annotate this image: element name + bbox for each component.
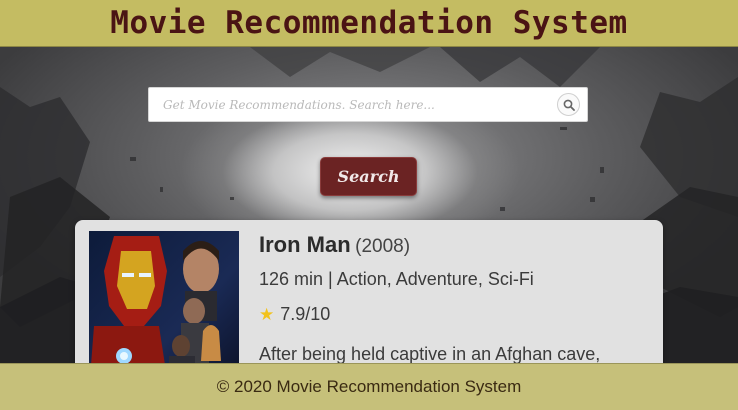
star-icon: ★ <box>259 304 275 324</box>
movie-title-line: Iron Man (2008) <box>259 232 410 258</box>
search-button-label: Search <box>337 167 400 186</box>
movie-year: (2008) <box>355 236 411 257</box>
app-title: Movie Recommendation System <box>110 5 628 41</box>
footer: © 2020 Movie Recommendation System <box>0 363 738 410</box>
search-input[interactable] <box>149 88 549 121</box>
app-header: Movie Recommendation System <box>0 0 738 47</box>
search-icon <box>563 99 575 111</box>
rating-value: 7.9/10 <box>280 304 331 324</box>
movie-plot: After being held captive in an Afghan ca… <box>259 344 601 364</box>
search-bar <box>148 87 588 122</box>
movie-title[interactable]: Iron Man <box>259 232 351 257</box>
search-icon-button[interactable] <box>557 93 580 116</box>
movie-rating: ★ 7.9/10 <box>259 304 330 325</box>
footer-text: © 2020 Movie Recommendation System <box>216 377 522 396</box>
movie-meta: 126 min | Action, Adventure, Sci-Fi <box>259 269 534 289</box>
search-button[interactable]: Search <box>320 157 417 196</box>
